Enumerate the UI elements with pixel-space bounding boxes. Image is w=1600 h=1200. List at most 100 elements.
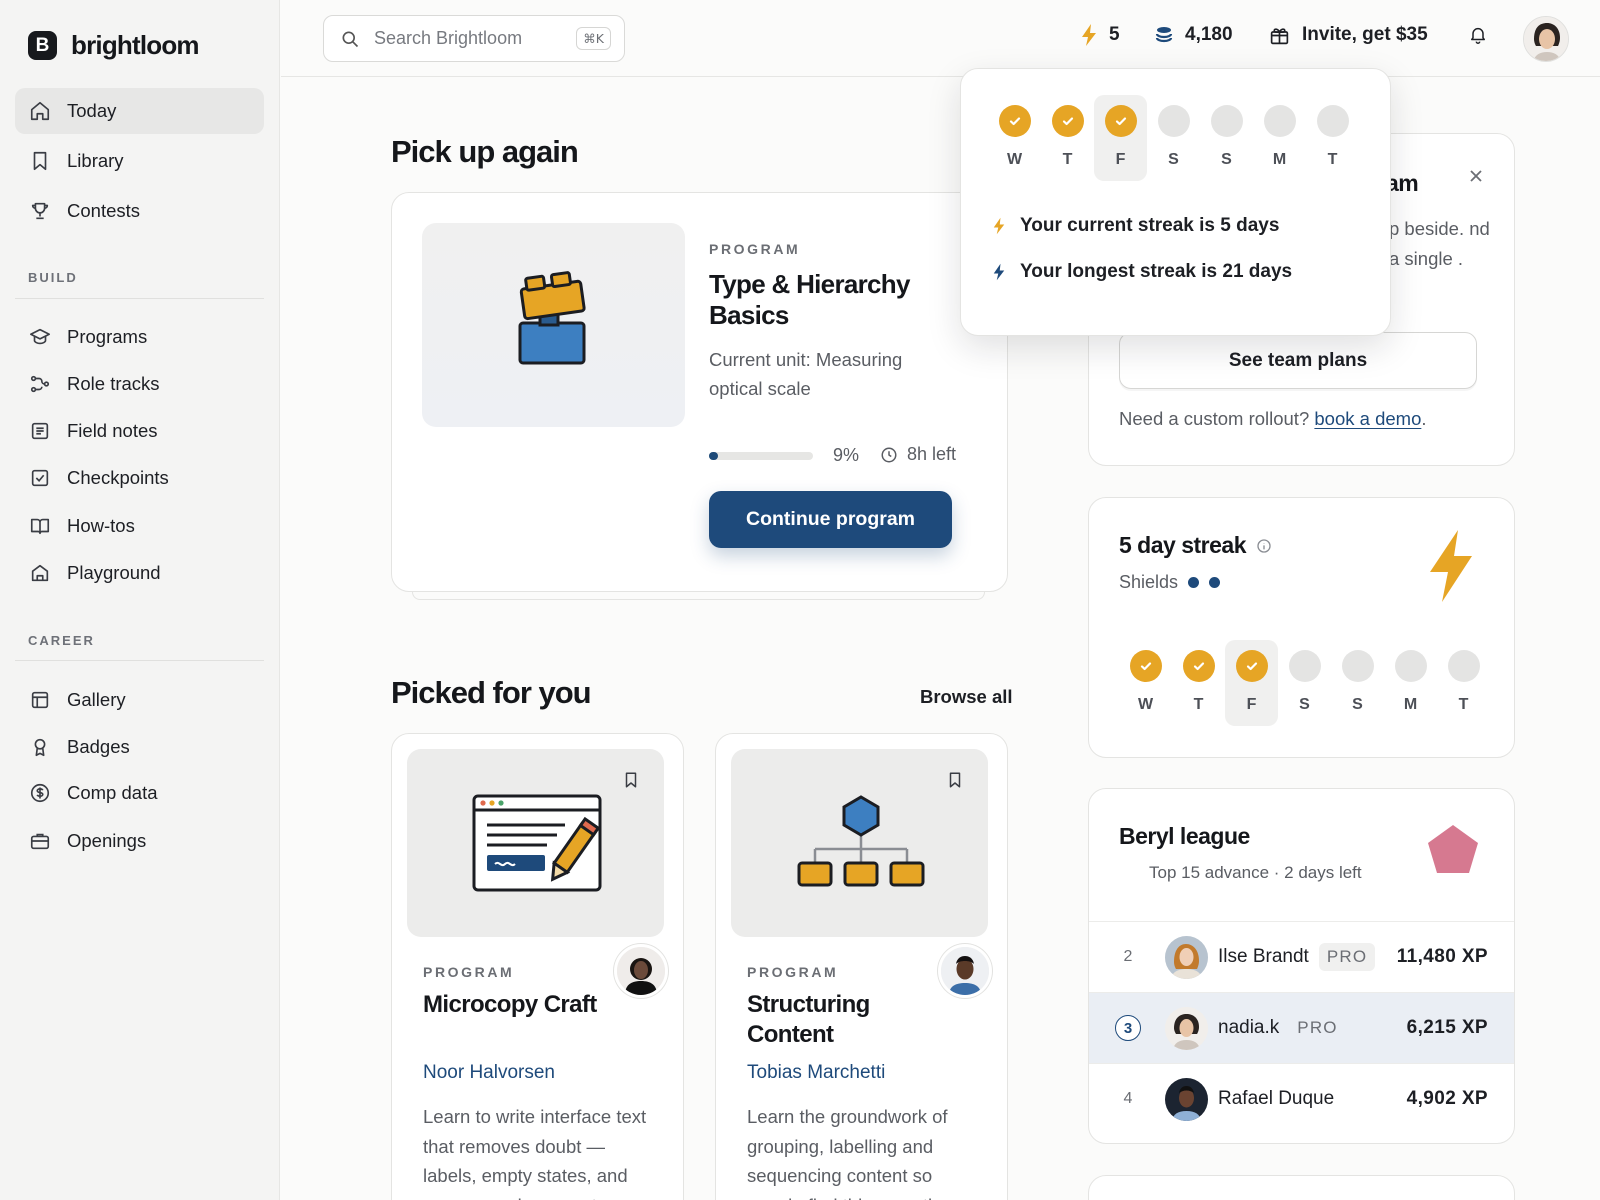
layout-icon: [31, 691, 49, 709]
invite-label: Invite, get $35: [1302, 24, 1428, 45]
longest-streak-line: Your longest streak is 21 days: [993, 261, 1292, 283]
streak-day-done: [1129, 650, 1162, 682]
lightning-icon: [993, 217, 1005, 235]
pro-badge: PRO: [1318, 943, 1376, 971]
book-demo-link[interactable]: book a demo: [1314, 408, 1421, 429]
leaderboard-row[interactable]: 2 Ilse Brandt PRO 11,480 XP: [1089, 921, 1514, 992]
close-icon[interactable]: [1468, 168, 1484, 184]
shield-dot: [1209, 577, 1221, 588]
leaderboard-avatar: [1165, 1006, 1208, 1050]
house-icon: [31, 564, 49, 582]
streak-day-empty: [1263, 105, 1296, 137]
leaderboard-name: Ilse Brandt: [1218, 946, 1309, 967]
leaderboard-avatar: [1165, 1077, 1208, 1121]
sidebar-item-field-notes[interactable]: Field notes: [15, 408, 264, 454]
sidebar-item-how-tos[interactable]: How-tos: [15, 503, 264, 549]
bookmark-icon[interactable]: [946, 771, 964, 789]
rollout-period: .: [1421, 408, 1427, 429]
streak-day: W: [988, 95, 1041, 181]
program-title: Type & Hierarchy Basics: [709, 269, 910, 330]
leaderboard-name: Rafael Duque: [1218, 1088, 1335, 1109]
sidebar: B brightloom Today Library Contests BUIL…: [0, 0, 280, 1200]
sidebar-item-comp-data[interactable]: Comp data: [15, 770, 264, 816]
streak-day-done: [1235, 650, 1268, 682]
briefcase-icon: [30, 833, 50, 850]
coins-counter[interactable]: 4,180: [1155, 24, 1233, 46]
avatar-portrait: [1524, 17, 1568, 61]
program-card[interactable]: PROGRAM Structuring Content Tobias March…: [715, 733, 1008, 1200]
streak-counter[interactable]: 5: [1081, 24, 1120, 46]
sidebar-item-library[interactable]: Library: [15, 138, 264, 184]
program-card[interactable]: PROGRAM Microcopy Craft Noor Halvorsen L…: [391, 733, 684, 1200]
info-icon[interactable]: [1256, 538, 1272, 554]
next-card-peek: [1088, 1175, 1515, 1200]
sidebar-item-gallery[interactable]: Gallery: [15, 677, 264, 723]
streak-title-row: 5 day streak: [1119, 532, 1272, 559]
sidebar-item-badges[interactable]: Badges: [15, 724, 264, 770]
current-streak-text: Your current streak is 5 days: [1020, 215, 1280, 236]
sidebar-item-label: Contests: [67, 200, 141, 221]
sidebar-item-checkpoints[interactable]: Checkpoints: [15, 455, 264, 501]
program-description: Learn to write interface text that remov…: [423, 1106, 647, 1200]
program-title: Microcopy Craft: [423, 991, 597, 1018]
streak-day-label: S: [1168, 151, 1179, 168]
author-avatar: [614, 944, 668, 998]
team-card-description: p beside. nd a single .: [1389, 218, 1490, 269]
program-illustration: [731, 749, 988, 937]
longest-streak-text: Your longest streak is 21 days: [1020, 261, 1293, 282]
sidebar-item-contests[interactable]: Contests: [15, 188, 264, 234]
sidebar-item-today[interactable]: Today: [15, 88, 264, 134]
search-input[interactable]: [374, 28, 574, 49]
user-avatar[interactable]: [1523, 16, 1569, 62]
streak-day: S: [1278, 640, 1331, 726]
nav-section-career: CAREER: [28, 633, 95, 648]
sidebar-item-label: Playground: [67, 562, 161, 583]
streak-day: T: [1041, 95, 1094, 181]
sidebar-item-role-tracks[interactable]: Role tracks: [15, 361, 264, 407]
notifications-button[interactable]: [1468, 24, 1488, 45]
leaderboard-row[interactable]: 4 Rafael Duque 4,902 XP: [1089, 1063, 1514, 1134]
invite-button[interactable]: Invite, get $35: [1269, 24, 1428, 46]
brand[interactable]: B brightloom: [28, 30, 200, 61]
sidebar-item-label: Library: [67, 150, 124, 171]
streak-day-done: [1104, 105, 1137, 137]
leaderboard-name: nadia.k: [1218, 1017, 1280, 1038]
leaderboard-rank: 3: [1089, 1015, 1167, 1041]
bookmark-icon[interactable]: [622, 771, 640, 789]
streak-day: S: [1147, 95, 1200, 181]
leaderboard-xp: 6,215 XP: [1406, 1017, 1488, 1038]
program-title: Structuring Content: [747, 991, 870, 1048]
streak-day-label: S: [1299, 696, 1310, 713]
program-author[interactable]: Noor Halvorsen: [423, 1062, 555, 1084]
streak-card: 5 day streak Shields W T F S S M T: [1088, 497, 1515, 758]
sidebar-item-programs[interactable]: Programs: [15, 314, 264, 360]
nav-section-build: BUILD: [28, 270, 78, 285]
streak-day-label: F: [1115, 151, 1126, 168]
sidebar-item-label: Role tracks: [67, 373, 160, 394]
see-team-plans-button[interactable]: See team plans: [1119, 332, 1477, 389]
streak-day-done: [1051, 105, 1084, 137]
streak-day-empty: [1447, 650, 1480, 682]
editor-illustration: [472, 794, 602, 892]
program-author[interactable]: Tobias Marchetti: [747, 1062, 885, 1084]
search-box[interactable]: ⌘K: [323, 15, 625, 62]
graduation-cap-icon: [30, 328, 50, 345]
shield-dot: [1188, 577, 1200, 588]
streak-popover: W T F S S M T Your current streak is 5 days Yo…: [960, 68, 1391, 336]
rollout-label: Need a custom rollout?: [1119, 408, 1310, 429]
divider: [15, 660, 264, 661]
streak-day-empty: [1157, 105, 1190, 137]
leaderboard-row-current-user[interactable]: 3 nadia.k PRO 6,215 XP: [1089, 992, 1514, 1063]
browse-all-link[interactable]: Browse all: [920, 686, 1013, 708]
program-eyebrow: PROGRAM: [423, 964, 515, 980]
streak-title: 5 day streak: [1119, 532, 1246, 558]
avatar-portrait: [941, 947, 989, 995]
sidebar-item-label: Today: [67, 100, 117, 121]
continue-program-button[interactable]: Continue program: [709, 491, 952, 548]
pickup-card[interactable]: PROGRAM Type & Hierarchy Basics Current …: [391, 192, 1008, 592]
sidebar-item-playground[interactable]: Playground: [15, 550, 264, 596]
program-description: Learn the groundwork of grouping, labell…: [747, 1106, 949, 1200]
streak-day-label: T: [1062, 151, 1073, 168]
open-book-icon: [30, 518, 50, 535]
sidebar-item-openings[interactable]: Openings: [15, 818, 264, 864]
